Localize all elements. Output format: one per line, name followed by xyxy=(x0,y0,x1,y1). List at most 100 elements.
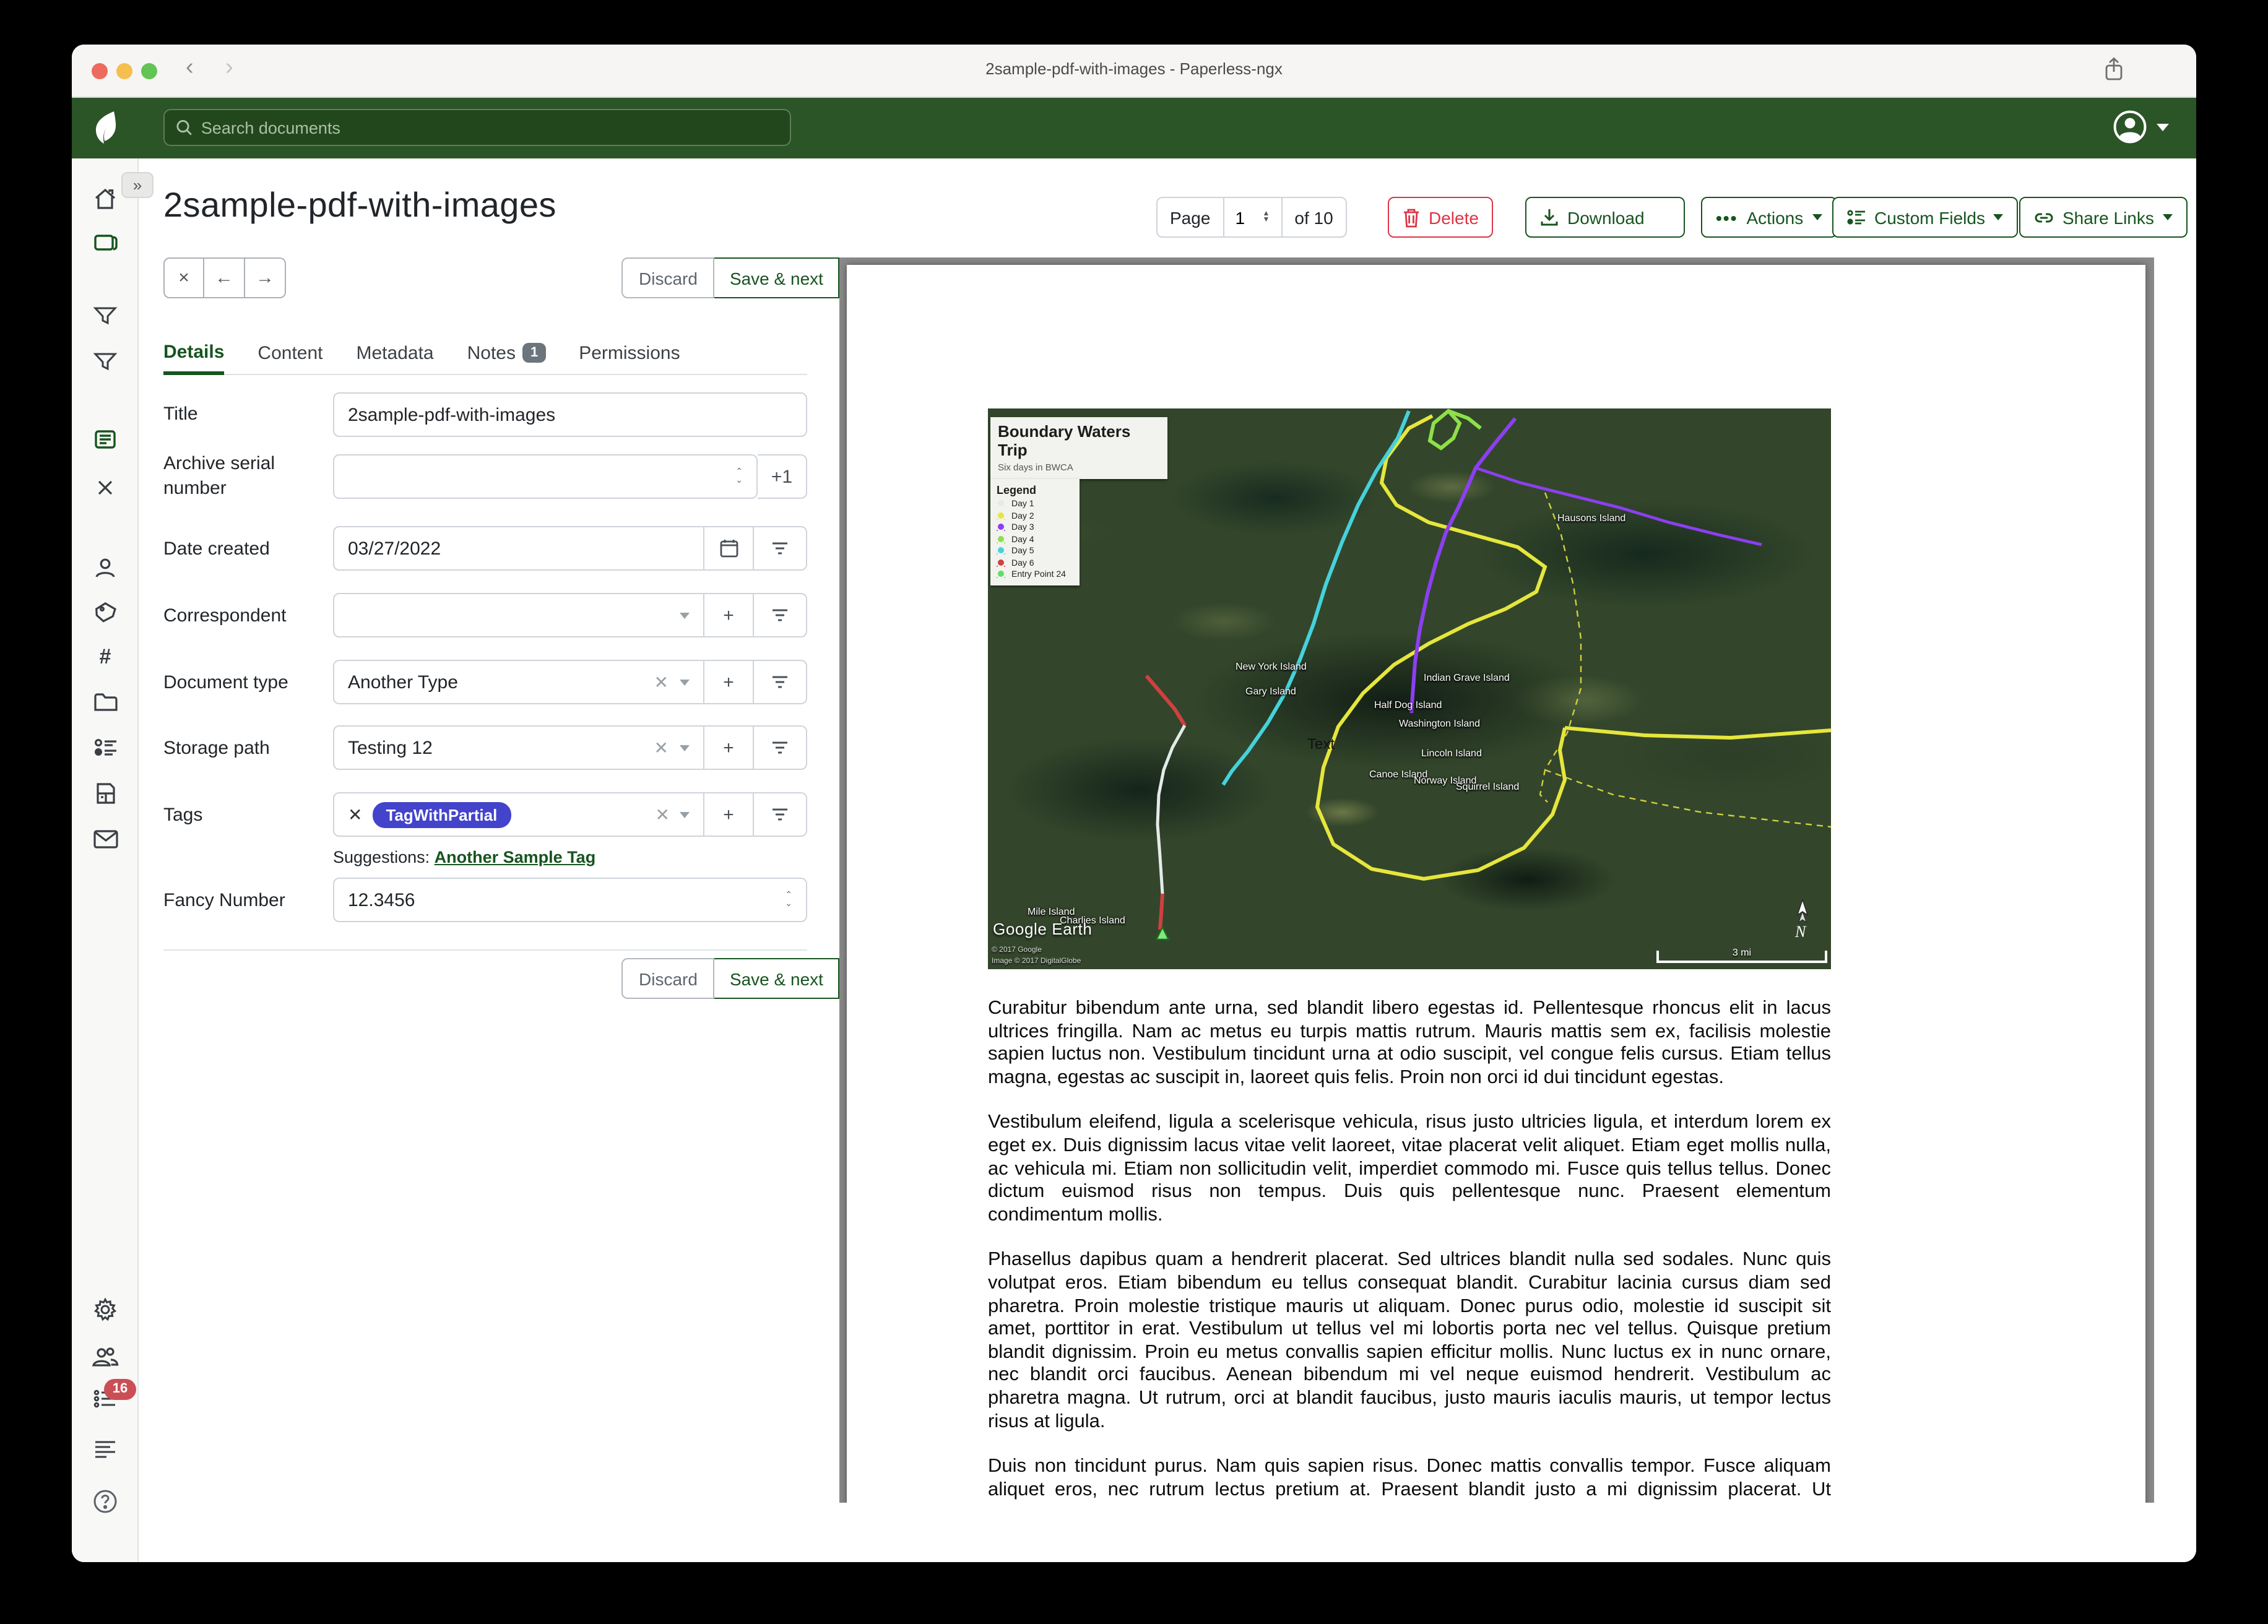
tab-details[interactable]: Details xyxy=(163,334,224,375)
sidebar-item-open-document[interactable] xyxy=(93,427,118,452)
share-icon[interactable] xyxy=(2103,57,2124,88)
custom-fields-button[interactable]: Custom Fields xyxy=(1832,197,2019,238)
paperless-logo-icon[interactable] xyxy=(89,110,121,151)
date-filter-button[interactable] xyxy=(754,526,807,571)
download-button[interactable]: Download xyxy=(1525,197,1660,238)
pdf-page: Boundary Waters Trip Six days in BWCA Le… xyxy=(847,265,2145,1503)
previous-document-button[interactable]: ← xyxy=(204,257,245,298)
close-editor-button[interactable]: × xyxy=(163,257,204,298)
document-type-field[interactable]: Another Type ✕ xyxy=(333,660,704,704)
sidebar-item-correspondents[interactable] xyxy=(93,556,118,581)
tags-label: Tags xyxy=(163,803,202,828)
share-links-button[interactable]: Share Links xyxy=(2019,197,2188,238)
title-field[interactable] xyxy=(333,392,807,437)
delete-button[interactable]: Delete xyxy=(1388,197,1494,238)
clear-icon[interactable]: ✕ xyxy=(654,737,669,758)
document-type-filter-button[interactable] xyxy=(754,660,807,704)
sidebar-item-custom-fields[interactable]: # xyxy=(93,645,118,670)
sidebar-item-settings[interactable] xyxy=(93,1297,118,1322)
save-next-button[interactable]: Save & next xyxy=(715,257,839,298)
page-number-input[interactable] xyxy=(1235,207,1257,227)
discard-button[interactable]: Discard xyxy=(621,958,715,999)
asn-plus-one-button[interactable]: +1 xyxy=(758,454,807,499)
storage-path-filter-button[interactable] xyxy=(754,725,807,770)
clear-icon[interactable]: ✕ xyxy=(654,672,669,693)
sidebar-item-users-groups[interactable] xyxy=(93,1344,118,1369)
search-input[interactable] xyxy=(201,118,779,137)
gear-icon xyxy=(93,1297,118,1322)
tag-chip[interactable]: TagWithPartial xyxy=(372,801,511,827)
fancy-number-input[interactable] xyxy=(348,889,785,910)
storage-path-field[interactable]: Testing 12 ✕ xyxy=(333,725,704,770)
tag-suggestions: Suggestions: Another Sample Tag xyxy=(333,848,595,866)
tab-permissions[interactable]: Permissions xyxy=(579,334,680,374)
document-type-label: Document type xyxy=(163,671,288,696)
sidebar-item-workflows[interactable] xyxy=(93,735,118,760)
stepper-arrows-icon[interactable]: ⌃⌄ xyxy=(785,892,792,908)
correspondent-field[interactable] xyxy=(333,593,704,637)
route-day4 xyxy=(1430,411,1481,448)
user-menu[interactable] xyxy=(2113,110,2169,144)
suggested-tag-link[interactable]: Another Sample Tag xyxy=(435,848,596,866)
correspondent-add-button[interactable]: + xyxy=(704,593,754,637)
next-document-button[interactable]: → xyxy=(245,257,286,298)
island-label: Squirrel Island xyxy=(1456,781,1519,792)
fancy-number-field[interactable]: ⌃⌄ xyxy=(333,878,807,922)
sidebar-item-documents[interactable] xyxy=(93,230,118,255)
chevron-down-icon xyxy=(2157,123,2169,131)
sidebar-item-dashboard[interactable] xyxy=(93,187,118,212)
sidebar-item-saved-view-filter[interactable] xyxy=(93,303,118,328)
chevron-down-icon[interactable] xyxy=(680,745,690,751)
asn-field[interactable]: ⌃⌄ xyxy=(333,454,758,499)
page-number-stepper[interactable]: ▲▼ xyxy=(1223,198,1282,236)
route-day6 xyxy=(1146,676,1185,725)
remove-tag-icon[interactable]: ✕ xyxy=(348,804,362,825)
download-options-button[interactable] xyxy=(1654,197,1685,238)
tags-field[interactable]: ✕ TagWithPartial ✕ xyxy=(333,792,704,837)
stepper-arrows-icon[interactable]: ⌃⌄ xyxy=(735,469,743,485)
discard-button[interactable]: Discard xyxy=(621,257,715,298)
correspondent-filter-button[interactable] xyxy=(754,593,807,637)
asn-input[interactable] xyxy=(348,466,735,487)
sidebar-item-saved-view-filter-2[interactable] xyxy=(93,349,118,374)
chevron-down-icon[interactable] xyxy=(680,612,690,618)
app-header xyxy=(72,98,2196,158)
title-input[interactable] xyxy=(348,404,792,425)
actions-button[interactable]: ••• Actions xyxy=(1701,197,1837,238)
pdf-preview-pane[interactable]: Boundary Waters Trip Six days in BWCA Le… xyxy=(839,257,2154,1503)
tab-notes[interactable]: Notes1 xyxy=(467,334,546,374)
tab-content[interactable]: Content xyxy=(258,334,322,374)
filter-lines-icon xyxy=(771,675,789,689)
sidebar-item-help[interactable] xyxy=(93,1489,118,1514)
close-document-icon[interactable] xyxy=(93,475,118,500)
sidebar-expand-button[interactable]: » xyxy=(121,172,154,198)
legend-track-icon xyxy=(998,559,1004,565)
clear-icon[interactable]: ✕ xyxy=(656,804,670,825)
plus-icon: + xyxy=(723,737,734,758)
chevron-down-icon[interactable] xyxy=(680,679,690,685)
plus-icon: + xyxy=(723,672,734,693)
sidebar-item-logs[interactable] xyxy=(93,1437,118,1462)
date-picker-button[interactable] xyxy=(704,526,754,571)
page-count-label: of 10 xyxy=(1282,198,1345,236)
storage-path-add-button[interactable]: + xyxy=(704,725,754,770)
route-day2 xyxy=(1565,728,1831,738)
chevron-down-icon[interactable] xyxy=(680,811,690,818)
date-created-input[interactable] xyxy=(348,538,690,559)
stepper-arrows-icon[interactable]: ▲▼ xyxy=(1262,211,1270,223)
app-window: ‹ › 2sample-pdf-with-images - Paperless-… xyxy=(72,45,2196,1562)
sidebar-item-document-types[interactable] xyxy=(93,781,118,806)
tags-filter-button[interactable] xyxy=(754,792,807,837)
sidebar-item-tags[interactable] xyxy=(93,600,118,625)
route-boundary xyxy=(1545,770,1831,827)
tab-metadata[interactable]: Metadata xyxy=(357,334,434,374)
correspondent-label: Correspondent xyxy=(163,604,286,629)
user-avatar-icon xyxy=(2113,110,2147,144)
sidebar-item-storage-paths[interactable] xyxy=(93,689,118,714)
sidebar-item-mail[interactable] xyxy=(93,827,118,852)
route-day6 xyxy=(1160,894,1162,930)
save-next-button[interactable]: Save & next xyxy=(715,958,839,999)
document-type-add-button[interactable]: + xyxy=(704,660,754,704)
date-created-field[interactable] xyxy=(333,526,704,571)
tags-add-button[interactable]: + xyxy=(704,792,754,837)
